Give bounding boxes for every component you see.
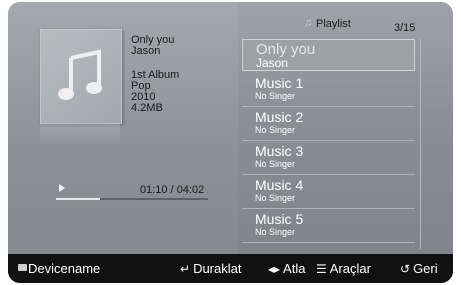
tools-icon: ☰ [316,262,327,276]
playlist-item[interactable]: Music 5 No Singer [242,209,415,243]
playlist-item-title: Music 3 [255,143,304,159]
back-control[interactable]: ↺ Geri [400,261,438,276]
playlist-item-title: Music 5 [255,211,304,227]
playlist-item-title: Music 2 [255,109,304,125]
track-artist: Jason [131,45,161,57]
playlist-item-artist: No Singer [255,193,296,203]
playlist-list: Only you Jason Music 1 No Singer Music 2… [242,39,415,243]
playlist-item[interactable]: Music 4 No Singer [242,175,415,209]
playlist-icon: ♫ [304,17,313,29]
playlist-item[interactable]: Music 1 No Singer [242,73,415,107]
enter-icon: ↵ [180,262,191,276]
return-icon: ↺ [400,262,411,276]
track-size: 4.2MB [131,102,163,114]
play-icon [59,184,65,192]
skip-label: Atla [283,261,306,276]
playlist-item[interactable]: Only you Jason [242,39,415,71]
skip-control[interactable]: ◂▸ Atla [268,261,305,276]
playlist-item-artist: No Singer [255,91,296,101]
left-right-icon: ◂▸ [268,262,281,276]
tv-frame: Only you Jason 1st Album Pop 2010 4.2MB … [0,0,461,285]
playlist-item-title: Only you [256,41,316,58]
album-art [40,29,122,124]
playlist-item[interactable]: Music 2 No Singer [242,107,415,141]
playlist-item-artist: No Singer [255,125,296,135]
tools-control[interactable]: ☰ Araçlar [316,261,371,276]
device-icon [18,264,27,271]
tools-label: Araçlar [329,261,371,276]
playlist-item-title: Music 4 [255,177,304,193]
playlist-item-artist: Jason [256,56,289,70]
music-player-screen: Only you Jason 1st Album Pop 2010 4.2MB … [8,2,453,283]
progress-fill [56,198,101,200]
playlist-counter: 3/15 [394,22,416,34]
device-name[interactable]: Devicename [28,261,100,276]
back-label: Geri [413,261,438,276]
pause-label: Duraklat [193,261,242,276]
bottom-control-bar: Devicename ↵ Duraklat ◂▸ Atla ☰ Araçlar ↺ Ge… [8,254,453,283]
pause-control[interactable]: ↵ Duraklat [180,261,241,276]
playlist-item-title: Music 1 [255,75,304,91]
playlist-item-artist: No Singer [255,227,296,237]
playlist-header: Playlist [316,18,351,30]
album-art-reflection [40,123,120,145]
now-playing-panel: Only you Jason 1st Album Pop 2010 4.2MB … [8,2,238,254]
playlist-item-artist: No Singer [255,159,296,169]
music-note-icon [58,49,102,100]
playlist-scrollbar[interactable] [420,39,421,249]
playlist-item[interactable]: Music 3 No Singer [242,141,415,175]
progress-bar[interactable] [56,198,208,200]
playback-time: 01:10 / 04:02 [140,184,205,196]
track-info: Only you Jason 1st Album Pop 2010 4.2MB [131,35,179,114]
